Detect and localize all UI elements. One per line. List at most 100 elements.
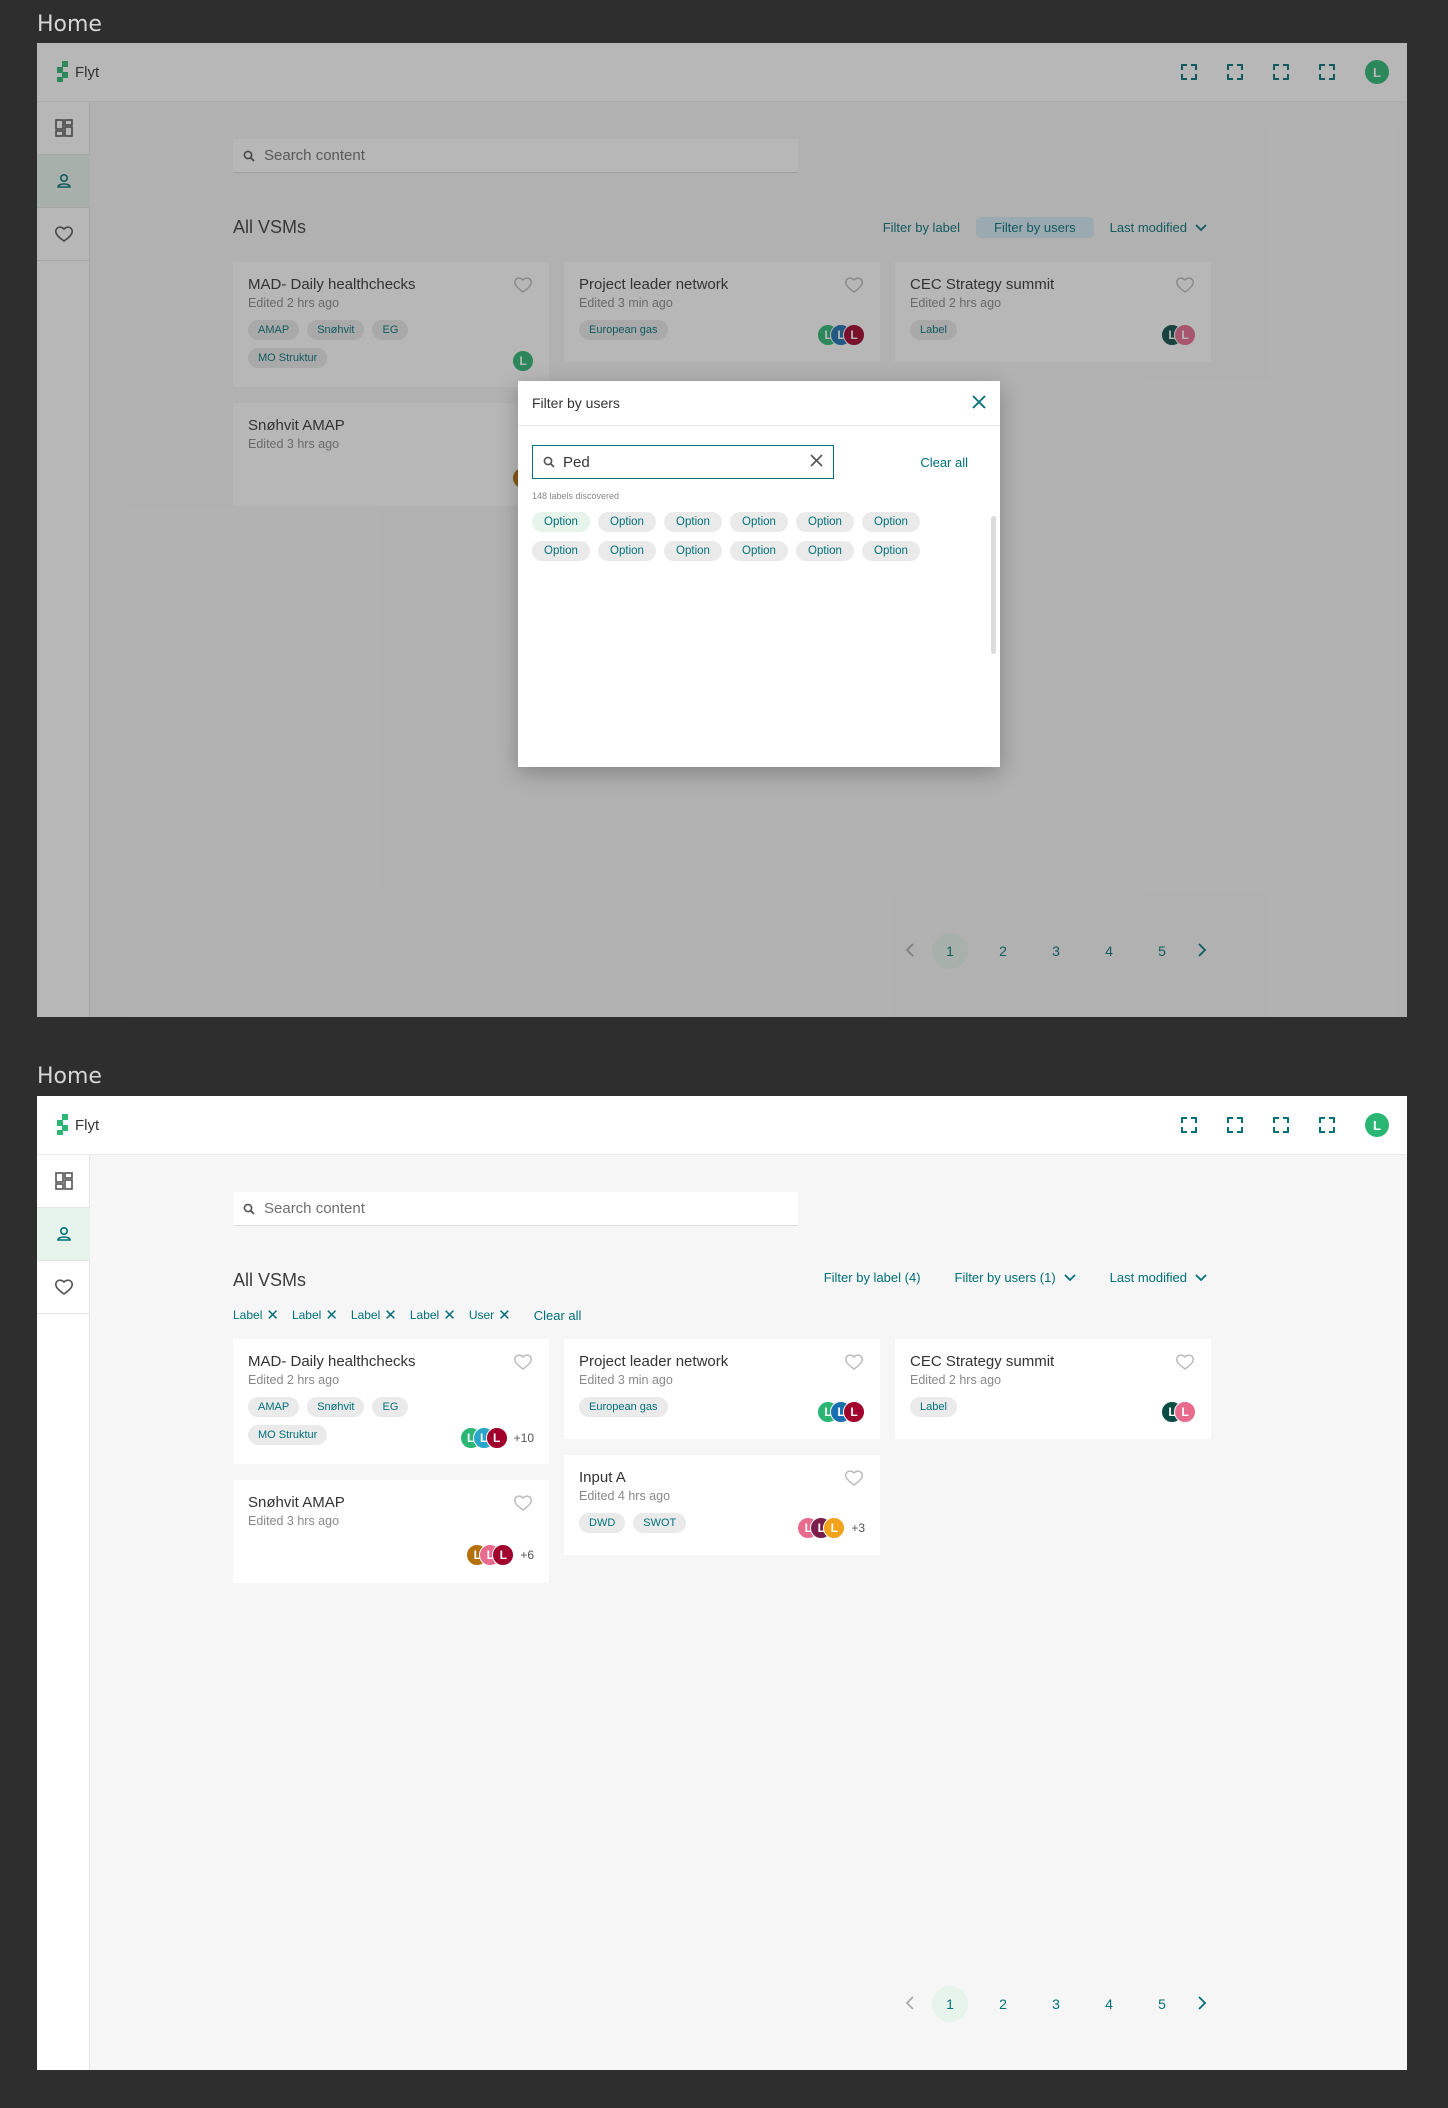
top-bar: Flyt L (37, 1096, 1407, 1155)
close-icon[interactable]: ✕ (325, 1306, 338, 1324)
option-chip[interactable]: Option (532, 512, 590, 532)
option-list: Option Option Option Option Option Optio… (532, 512, 982, 561)
heart-icon (845, 1470, 863, 1486)
filter-users-dialog: Filter by users Ped Clear all 148 labels… (518, 381, 1000, 767)
option-chip[interactable]: Option (664, 541, 722, 561)
close-icon[interactable]: ✕ (266, 1306, 279, 1324)
avatar: L (823, 1517, 846, 1539)
vsm-card[interactable]: Project leader network Edited 3 min ago … (564, 1339, 880, 1439)
option-chip[interactable]: Option (796, 541, 854, 561)
heart-icon (845, 1354, 863, 1370)
chip-label: Label (233, 1308, 263, 1322)
vsm-card[interactable]: Input A Edited 4 hrs ago DWD SWOT L L L … (564, 1455, 880, 1555)
chevron-left-icon[interactable] (905, 1995, 915, 2013)
close-icon[interactable]: ✕ (384, 1306, 397, 1324)
card-edited: Edited 3 hrs ago (248, 1514, 340, 1528)
card-tag[interactable]: MO Struktur (248, 1425, 328, 1445)
option-chip[interactable]: Option (796, 512, 854, 532)
active-filter-chip[interactable]: Label ✕ (410, 1306, 456, 1324)
option-chip[interactable]: Option (598, 541, 656, 561)
card-tag[interactable]: EG (372, 1397, 409, 1417)
heart-icon (514, 1354, 532, 1370)
sidebar-item-users[interactable] (37, 1208, 90, 1261)
avatar: L (843, 1401, 865, 1423)
vsm-card[interactable]: CEC Strategy summit Edited 2 hrs ago Lab… (895, 1339, 1211, 1439)
user-avatar[interactable]: L (1365, 1113, 1389, 1137)
card-tag[interactable]: Label (910, 1397, 957, 1417)
filter-users-label: Filter by users (1) (954, 1270, 1056, 1285)
option-chip[interactable]: Option (730, 512, 788, 532)
option-chip[interactable]: Option (598, 512, 656, 532)
scrollbar[interactable] (991, 516, 996, 654)
card-tag[interactable]: European gas (579, 1397, 668, 1417)
close-icon[interactable]: ✕ (498, 1306, 511, 1324)
page-button[interactable]: 3 (1038, 1986, 1074, 2022)
card-tag[interactable]: AMAP (248, 1397, 300, 1417)
search-icon (243, 1203, 255, 1215)
avatar: L (485, 1427, 508, 1449)
frame-title: Home (37, 12, 102, 37)
home-frame-filtered: Flyt L Search content All VSMs Filter by… (37, 1096, 1407, 2070)
heart-icon (1176, 1354, 1194, 1370)
filter-by-label-button[interactable]: Filter by label (4) (824, 1270, 921, 1285)
option-chip[interactable]: Option (664, 512, 722, 532)
avatar: L (492, 1544, 515, 1566)
chip-label: Label (409, 1308, 440, 1322)
user-search-input[interactable]: Ped (532, 445, 834, 479)
card-title: Input A (579, 1469, 626, 1486)
card-tag[interactable]: DWD (579, 1513, 626, 1533)
placeholder-icon[interactable] (1227, 1117, 1243, 1133)
chip-label: User (468, 1308, 495, 1322)
card-title: MAD- Daily healthchecks (248, 1353, 416, 1370)
clear-search-icon[interactable] (810, 453, 823, 471)
dialog-title: Filter by users (532, 395, 620, 411)
option-chip[interactable]: Option (862, 541, 920, 561)
option-chip[interactable]: Option (730, 541, 788, 561)
more-users-count[interactable]: +6 (520, 1548, 534, 1562)
page-button[interactable]: 5 (1144, 1986, 1180, 2022)
page-button[interactable]: 2 (985, 1986, 1021, 2022)
active-filter-chip[interactable]: Label ✕ (292, 1306, 338, 1324)
close-icon[interactable] (972, 394, 986, 412)
card-edited: Edited 2 hrs ago (910, 1373, 1002, 1387)
card-title: CEC Strategy summit (910, 1353, 1055, 1370)
chevron-right-icon[interactable] (1197, 1995, 1207, 2013)
avatar: L (1174, 1401, 1196, 1423)
page-button[interactable]: 1 (932, 1986, 968, 2022)
app-logo[interactable]: Flyt (57, 1114, 99, 1136)
vsm-card[interactable]: Snøhvit AMAP Edited 3 hrs ago L L L +6 (233, 1480, 549, 1583)
card-tag[interactable]: Snøhvit (307, 1397, 365, 1417)
more-users-count[interactable]: +10 (514, 1431, 534, 1445)
sort-dropdown[interactable]: Last modified (1110, 1270, 1207, 1285)
search-icon (543, 456, 555, 468)
app-name: Flyt (75, 1116, 100, 1134)
vsm-card[interactable]: MAD- Daily healthchecks Edited 2 hrs ago… (233, 1339, 549, 1464)
clear-all-button[interactable]: Clear all (920, 455, 968, 470)
sidebar-item-favorites[interactable] (37, 1261, 90, 1314)
card-edited: Edited 2 hrs ago (248, 1373, 340, 1387)
filter-by-users-dropdown[interactable]: Filter by users (1) (955, 1270, 1076, 1285)
person-icon (56, 1226, 71, 1241)
search-input[interactable]: Search content (233, 1192, 798, 1226)
heart-icon (514, 1495, 532, 1511)
active-filter-chip[interactable]: Label ✕ (233, 1306, 279, 1324)
option-chip[interactable]: Option (862, 512, 920, 532)
active-filters: Label ✕ Label ✕ Label ✕ Label ✕ User ✕ Clear … (233, 1306, 581, 1324)
active-filter-chip[interactable]: User ✕ (469, 1306, 511, 1324)
placeholder-icon[interactable] (1319, 1117, 1335, 1133)
chip-label: Label (291, 1308, 322, 1322)
frame-title: Home (37, 1064, 102, 1089)
active-filter-chip[interactable]: Label ✕ (351, 1306, 397, 1324)
placeholder-icon[interactable] (1273, 1117, 1289, 1133)
option-chip[interactable]: Option (532, 541, 590, 561)
flyt-logo-icon (57, 1114, 69, 1136)
chevron-down-icon (1195, 1273, 1207, 1281)
placeholder-icon[interactable] (1181, 1117, 1197, 1133)
sidebar-item-dashboard[interactable] (37, 1155, 90, 1208)
heart-icon (54, 1279, 73, 1295)
more-users-count[interactable]: +3 (851, 1521, 865, 1535)
page-button[interactable]: 4 (1091, 1986, 1127, 2022)
close-icon[interactable]: ✕ (443, 1306, 456, 1324)
card-tag[interactable]: SWOT (633, 1513, 687, 1533)
clear-all-button[interactable]: Clear all (534, 1308, 582, 1323)
